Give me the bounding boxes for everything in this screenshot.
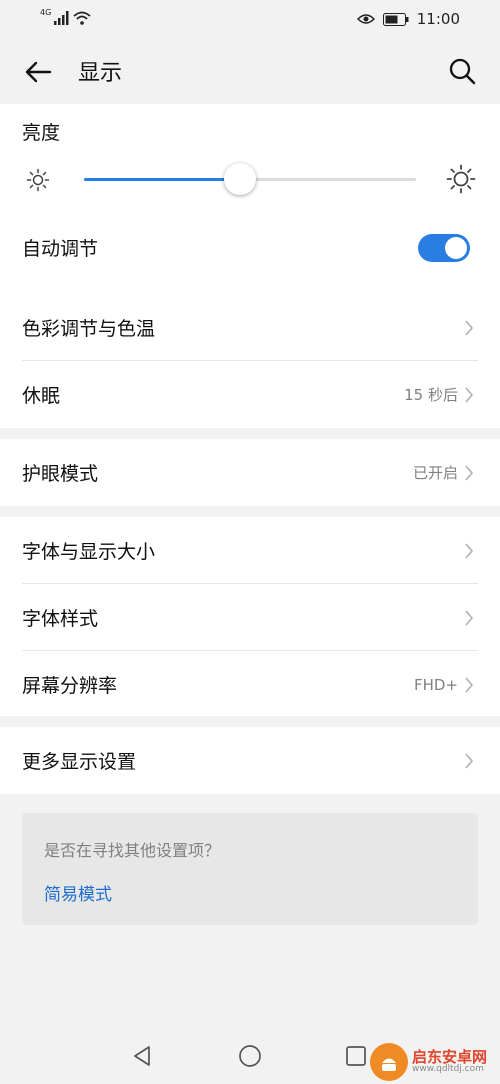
wifi-icon — [73, 11, 91, 25]
row-label: 屏幕分辨率 — [22, 675, 118, 697]
row-more-display-settings[interactable]: 更多显示设置 — [0, 727, 500, 794]
battery-icon — [382, 12, 409, 26]
row-font-style[interactable]: 字体样式 — [0, 584, 500, 651]
square-recents-icon — [346, 1046, 366, 1066]
watermark-logo — [370, 1043, 408, 1081]
row-label: 色彩调节与色温 — [22, 318, 156, 340]
sun-large-icon — [446, 164, 476, 194]
row-label: 休眠 — [22, 385, 61, 407]
eye-comfort-icon — [356, 14, 375, 24]
network-type: 4G — [40, 7, 52, 17]
font-card: 字体与显示大小 字体样式 屏幕分辨率 FHD+ — [0, 517, 500, 716]
row-font-size[interactable]: 字体与显示大小 — [0, 517, 500, 584]
chevron-right-icon — [464, 609, 478, 627]
back-button[interactable] — [22, 56, 54, 88]
nav-recents-button[interactable] — [342, 1042, 370, 1070]
brightness-label: 亮度 — [22, 122, 61, 144]
row-resolution[interactable]: 屏幕分辨率 FHD+ — [0, 651, 500, 718]
nav-home-button[interactable] — [236, 1042, 264, 1070]
auto-brightness-toggle[interactable] — [418, 234, 470, 262]
app-bar: 显示 — [0, 38, 500, 104]
status-bar: 4G 11:00 — [0, 0, 500, 38]
chevron-right-icon — [464, 464, 478, 482]
brightness-slider-thumb[interactable] — [224, 163, 257, 195]
row-label: 字体与显示大小 — [22, 541, 156, 563]
toggle-knob — [445, 237, 467, 259]
chevron-right-icon — [464, 752, 478, 770]
chevron-right-icon — [464, 676, 478, 694]
search-icon — [449, 58, 476, 85]
chevron-right-icon — [464, 386, 478, 404]
nav-back-button[interactable] — [128, 1042, 156, 1070]
row-value: 已开启 — [412, 464, 458, 482]
row-eye-comfort[interactable]: 护眼模式 已开启 — [0, 439, 500, 506]
watermark-title: 启东安卓网 — [412, 1047, 488, 1066]
brightness-card: 亮度 自动调节 — [0, 104, 500, 294]
android-logo-icon — [382, 1058, 396, 1071]
status-left: 4G — [40, 8, 91, 28]
simple-mode-link[interactable]: 简易模式 — [44, 880, 112, 905]
auto-brightness-label: 自动调节 — [22, 238, 99, 260]
row-value: 15 秒后 — [404, 386, 458, 404]
watermark-url: www.qdltdj.com — [412, 1064, 484, 1075]
clock: 11:00 — [416, 10, 460, 28]
signal-icon — [54, 11, 69, 25]
row-sleep[interactable]: 休眠 15 秒后 — [0, 361, 500, 428]
arrow-left-icon — [25, 61, 52, 83]
brightness-slider-fill — [84, 178, 241, 181]
watermark-text: 启东安卓网 www.qdltdj.com — [412, 1049, 487, 1075]
chevron-right-icon — [464, 542, 478, 560]
row-color-temperature[interactable]: 色彩调节与色温 — [0, 294, 500, 361]
suggestion-box: 是否在寻找其他设置项？ 简易模式 — [22, 813, 478, 925]
search-button[interactable] — [446, 55, 478, 87]
row-label: 护眼模式 — [22, 463, 99, 485]
watermark: 启东安卓网 www.qdltdj.com — [370, 1040, 500, 1084]
row-label: 字体样式 — [22, 608, 99, 630]
page-title: 显示 — [78, 61, 123, 86]
circle-home-icon — [239, 1045, 261, 1067]
row-value: FHD+ — [413, 675, 458, 694]
triangle-back-icon — [134, 1046, 150, 1066]
sun-small-icon — [26, 168, 50, 192]
more-card: 更多显示设置 — [0, 727, 500, 794]
suggestion-question: 是否在寻找其他设置项？ — [44, 841, 221, 860]
eye-comfort-card: 护眼模式 已开启 — [0, 439, 500, 506]
status-right: 11:00 — [356, 8, 460, 30]
color-sleep-card: 色彩调节与色温 休眠 15 秒后 — [0, 294, 500, 428]
row-label: 更多显示设置 — [22, 751, 137, 773]
chevron-right-icon — [464, 319, 478, 337]
brightness-slider[interactable] — [84, 163, 416, 195]
